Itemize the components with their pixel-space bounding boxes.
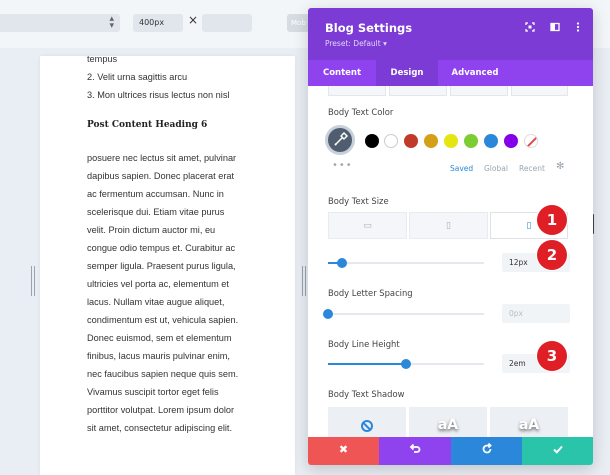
color-swatch-white[interactable] <box>384 134 398 148</box>
save-button[interactable] <box>522 437 593 465</box>
body-text-size-label: Body Text Size <box>328 196 389 206</box>
desktop-icon: ▭ <box>363 221 372 231</box>
text-shadow-label: Body Text Shadow <box>328 389 405 399</box>
device-desktop-button[interactable]: ▭ <box>328 212 407 239</box>
resize-handle-left[interactable] <box>31 266 35 296</box>
slider-handle[interactable] <box>337 258 348 268</box>
slider-handle[interactable] <box>401 359 411 369</box>
annotation-badge-2: 2 <box>537 240 567 270</box>
paragraph-line: scelerisque dui. Etiam vitae purus <box>87 207 225 217</box>
preview-list: tempus 2. Velit urna sagittis arcu 3. Mo… <box>87 50 229 104</box>
list-item: 2. Velit urna sagittis arcu <box>87 72 188 82</box>
color-swatch-yellow[interactable] <box>444 134 458 148</box>
align-option[interactable] <box>328 86 386 96</box>
shadow-preset-1[interactable]: aA <box>409 407 487 437</box>
panel-footer: ✖ <box>308 437 593 465</box>
shadow-preset-none[interactable] <box>328 407 406 437</box>
color-picker-button[interactable] <box>328 128 352 152</box>
letter-spacing-label: Body Letter Spacing <box>328 288 413 298</box>
tab-design[interactable]: Design <box>376 60 438 86</box>
shadow-preview: aA <box>518 417 540 433</box>
page-preview: tempus 2. Velit urna sagittis arcu 3. Mo… <box>40 54 295 475</box>
blog-settings-panel: Blog Settings Preset: Default ▾ Content … <box>308 8 593 465</box>
undo-icon <box>409 443 421 453</box>
times-icon: × <box>188 13 199 27</box>
paragraph-line: dapibus sapien. Donec placerat erat <box>87 171 235 181</box>
paragraph-line: porttitor volutpat. Lorem ipsum dolor <box>87 405 235 415</box>
color-tab-recent[interactable]: Recent <box>519 164 545 173</box>
align-option[interactable] <box>511 86 568 96</box>
color-tab-saved[interactable]: Saved <box>450 164 473 173</box>
paragraph-line: semper ligula. Praesent purus ligula, <box>87 261 236 271</box>
color-swatch-red[interactable] <box>404 134 418 148</box>
paragraph-line: sit amet, consectetur adipiscing elit. <box>87 423 233 433</box>
paragraph-line: velit. Proin dictum auctor mi, eu <box>87 225 216 235</box>
list-item: tempus <box>87 54 118 64</box>
tab-content[interactable]: Content <box>308 60 376 86</box>
resize-handle-right[interactable] <box>302 266 306 296</box>
color-swatch-none[interactable] <box>524 134 538 148</box>
height-input[interactable] <box>202 14 252 32</box>
paragraph-line: lacus. Nullam vitae augue aliquet, <box>87 297 225 307</box>
list-item: 3. Mon ultrices risus lectus non nisl <box>87 90 230 100</box>
device-tablet-button[interactable]: ▯ <box>409 212 488 239</box>
paragraph-line: finibus, lacus mauris pulvinar enim, <box>87 351 230 361</box>
preview-heading: Post Content Heading 6 <box>87 120 208 130</box>
line-height-slider[interactable] <box>328 359 484 369</box>
color-swatch-orange[interactable] <box>424 134 438 148</box>
preview-paragraph: posuere nec lectus sit amet, pulvinar da… <box>87 149 238 437</box>
preset-dropdown[interactable]: Preset: Default ▾ <box>325 39 387 48</box>
text-size-slider[interactable] <box>328 258 484 268</box>
select-arrows-icon: ▴ ▾ <box>109 14 114 31</box>
annotation-badge-3: 3 <box>537 341 567 371</box>
paragraph-line: nec faucibus sapien neque quis sem. <box>87 369 239 379</box>
panel-header[interactable]: Blog Settings Preset: Default ▾ <box>308 8 593 60</box>
tab-advanced[interactable]: Advanced <box>438 60 512 86</box>
slider-handle[interactable] <box>323 309 333 319</box>
discard-button[interactable]: ✖ <box>308 437 379 465</box>
no-shadow-icon <box>361 420 373 432</box>
redo-icon <box>482 442 492 454</box>
paragraph-line: condimentum est ut, vehicula sapien. <box>87 315 239 325</box>
shadow-preview: aA <box>437 417 459 433</box>
color-swatch-purple[interactable] <box>504 134 518 148</box>
split-view-icon[interactable] <box>550 22 560 32</box>
color-tab-global[interactable]: Global <box>484 164 508 173</box>
view-select[interactable]: ▴ ▾ <box>0 14 120 32</box>
shadow-preset-2[interactable]: aA <box>490 407 568 437</box>
align-option[interactable] <box>389 86 447 96</box>
paragraph-line: ac fermentum accumsan. Nunc in <box>87 189 224 199</box>
body-text-color-label: Body Text Color <box>328 107 394 117</box>
line-height-label: Body Line Height <box>328 339 400 349</box>
paragraph-line: ultricies vel porta ac, elementum et <box>87 279 229 289</box>
panel-tabs: Content Design Advanced <box>308 60 593 86</box>
letter-spacing-input[interactable]: 0px <box>502 304 570 323</box>
color-swatch-green[interactable] <box>464 134 478 148</box>
undo-button[interactable] <box>379 437 451 465</box>
color-swatch-blue[interactable] <box>484 134 498 148</box>
eyedropper-icon <box>334 131 349 146</box>
redo-button[interactable] <box>451 437 522 465</box>
alignment-row-partial <box>328 86 568 96</box>
more-colors-dots[interactable]: ••• <box>332 160 353 171</box>
paragraph-line: Donec euismod, sem et elementum <box>87 333 232 343</box>
phone-icon: ▯ <box>526 221 532 231</box>
panel-title: Blog Settings <box>325 21 413 35</box>
align-option[interactable] <box>450 86 508 96</box>
slider-fill <box>328 363 406 365</box>
checkmark-icon <box>552 445 563 454</box>
color-swatch-black[interactable] <box>365 134 379 148</box>
text-shadow-presets: aA aA <box>328 407 573 437</box>
tablet-icon: ▯ <box>446 221 451 231</box>
letter-spacing-slider[interactable] <box>323 309 484 319</box>
paragraph-line: posuere nec lectus sit amet, pulvinar <box>87 153 237 163</box>
paragraph-line: Vivamus suscipit tortor eget felis <box>87 387 219 397</box>
more-options-icon[interactable] <box>573 22 583 32</box>
annotation-badge-1: 1 <box>537 205 567 235</box>
device-toggle: ▭ ▯ ▯ <box>328 212 568 239</box>
fullscreen-icon[interactable] <box>525 22 535 32</box>
gear-icon[interactable]: ✻ <box>556 161 564 172</box>
paragraph-line: congue odio tempus et. Curabitur ac <box>87 243 236 253</box>
width-input[interactable]: 400px <box>133 14 183 32</box>
